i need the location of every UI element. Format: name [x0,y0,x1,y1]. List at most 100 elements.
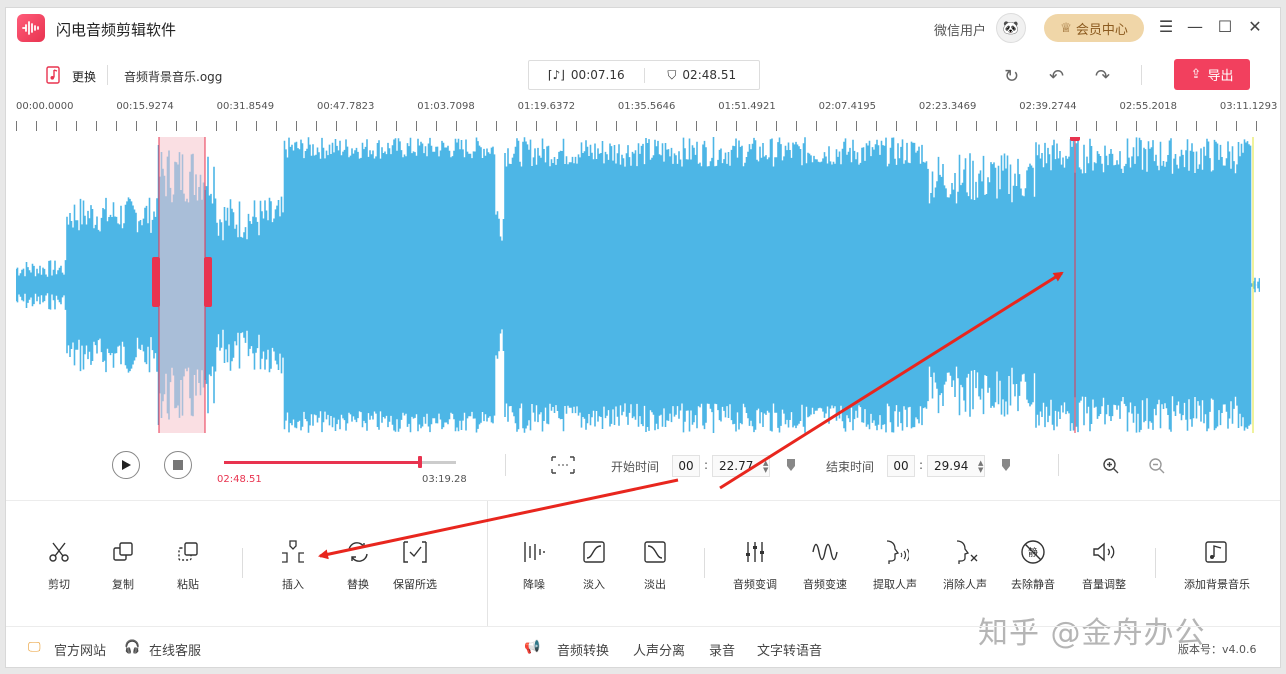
shield-icon: ⛉ [667,67,677,82]
maximize-icon[interactable]: ☐ [1215,17,1235,37]
tool-speed[interactable]: 音频变速 [793,536,857,592]
panel-divider [487,501,488,626]
end-marker-icon[interactable] [1001,458,1011,475]
current-time: 02:48.51 [217,474,262,485]
tool-remove-voice[interactable]: 消除人声 [933,536,997,592]
keep-selection-icon [383,536,447,568]
ruler-label: 02:39.2744 [1019,101,1077,112]
tool-volume[interactable]: 音量调整 [1072,536,1136,592]
tool-remove-silence[interactable]: 静去除静音 [1001,536,1065,592]
tool-keep-selection[interactable]: 保留所选 [383,536,447,592]
divider [1141,65,1142,85]
export-label: 导出 [1207,69,1234,84]
divider [1155,548,1156,578]
tool-label: 剪切 [48,578,70,591]
start-colon: : [704,458,709,472]
divider [505,454,506,476]
waveform[interactable] [16,137,1260,433]
footer-link-text-to-speech[interactable]: 文字转语音 [757,640,822,659]
timeline-ruler[interactable]: 00:00.0000 00:15.9274 00:31.8549 00:47.7823… [16,101,1277,139]
crown-icon: ♕ [1060,20,1072,36]
end-colon: : [919,458,924,472]
svg-text:静: 静 [1028,546,1038,559]
start-time-label: 开始时间 [611,460,660,474]
tool-replace[interactable]: 替换 [326,536,390,592]
tool-extract-voice[interactable]: 提取人声 [863,536,927,592]
footer-link-audio-convert[interactable]: 音频转换 [557,640,609,659]
start-second-field[interactable]: 22.77 [712,455,770,477]
tool-fade-in[interactable]: 淡入 [562,536,626,592]
refresh-icon[interactable]: ↻ [1004,66,1019,87]
official-website-link[interactable]: 官方网站 [54,640,106,659]
end-time-label: 结束时间 [826,460,875,474]
tool-label: 复制 [112,578,134,591]
end-second-field[interactable]: 29.94 [927,455,985,477]
redo-icon[interactable]: ↷ [1095,66,1110,87]
ruler-label: 02:07.4195 [818,101,877,112]
app-window: 闪电音频剪辑软件 微信用户 🐼 ♕ 会员中心 ☰ — ☐ ✕ 更换 音频背景音乐… [5,7,1281,668]
pitch-icon [723,536,787,568]
user-name[interactable]: 微信用户 [934,20,986,39]
undo-icon[interactable]: ↶ [1049,66,1064,87]
app-logo-icon [17,14,45,42]
speed-icon [793,536,857,568]
headset-icon[interactable]: 🎧 [124,640,140,655]
tool-copy[interactable]: 复制 [91,536,155,592]
selection-end-handle[interactable] [204,257,212,307]
progress-knob[interactable] [418,456,423,468]
ruler-ticks [16,121,1260,131]
denoise-icon [502,536,566,568]
tool-denoise[interactable]: 降噪 [502,536,566,592]
start-marker-icon[interactable] [786,458,796,475]
website-icon[interactable]: 🖵 [28,640,41,655]
menu-icon[interactable]: ☰ [1156,17,1176,37]
start-stepper[interactable]: ▲ ▼ [763,460,768,474]
vip-center-button[interactable]: ♕ 会员中心 [1044,14,1144,42]
close-icon[interactable]: ✕ [1245,17,1265,37]
online-service-link[interactable]: 在线客服 [149,640,201,659]
replace-file-button[interactable]: 更换 [72,68,96,85]
start-minute-field[interactable]: 00 [672,455,700,477]
footer-link-record[interactable]: 录音 [709,640,735,659]
divider [704,548,705,578]
tool-fade-out[interactable]: 淡出 [623,536,687,592]
play-button[interactable] [112,451,140,479]
tool-label: 音频变速 [803,578,847,591]
export-button[interactable]: ⇪ 导出 [1174,59,1250,90]
selection-music-icon: ⌈♪⌋ [547,68,565,82]
playhead-marker[interactable] [1070,137,1080,141]
tool-scissors[interactable]: 剪切 [27,536,91,592]
footer-link-voice-separation[interactable]: 人声分离 [633,640,685,659]
ruler-label: 00:31.8549 [216,101,275,112]
ruler-label: 01:19.6372 [517,101,576,112]
minimize-icon[interactable]: — [1185,17,1205,37]
zoom-in-icon[interactable] [1102,457,1120,478]
toolbar-top-border [6,500,1280,501]
tool-bg-music[interactable]: 添加背景音乐 [1184,536,1250,592]
end-minute-field[interactable]: 00 [887,455,915,477]
ruler-label: 01:35.5646 [617,101,676,112]
divider [107,65,108,85]
extract-voice-icon [863,536,927,568]
total-length-value: 02:48.51 [682,68,737,82]
tool-pitch[interactable]: 音频变调 [723,536,787,592]
upload-icon: ⇪ [1190,67,1202,82]
total-length: ⛉ 02:48.51 [643,67,760,83]
playback-progress[interactable] [224,456,456,468]
time-info-box: ⌈♪⌋ 00:07.16 ⛉ 02:48.51 [528,60,760,90]
tool-label: 去除静音 [1011,578,1055,591]
avatar[interactable]: 🐼 [996,13,1026,43]
selection-start-handle[interactable] [152,257,160,307]
tool-paste[interactable]: 粘贴 [156,536,220,592]
music-file-icon[interactable] [46,66,60,88]
stop-button[interactable] [164,451,192,479]
zoom-out-icon[interactable] [1148,457,1166,478]
stop-icon [173,460,183,470]
ruler-label: 00:00.0000 [16,101,74,112]
selection-region[interactable] [159,137,205,433]
select-all-icon[interactable] [550,455,576,478]
ruler-label: 02:55.2018 [1119,101,1177,112]
tool-insert[interactable]: 插入 [261,536,325,592]
end-stepper[interactable]: ▲ ▼ [978,460,983,474]
remove-silence-icon: 静 [1001,536,1065,568]
